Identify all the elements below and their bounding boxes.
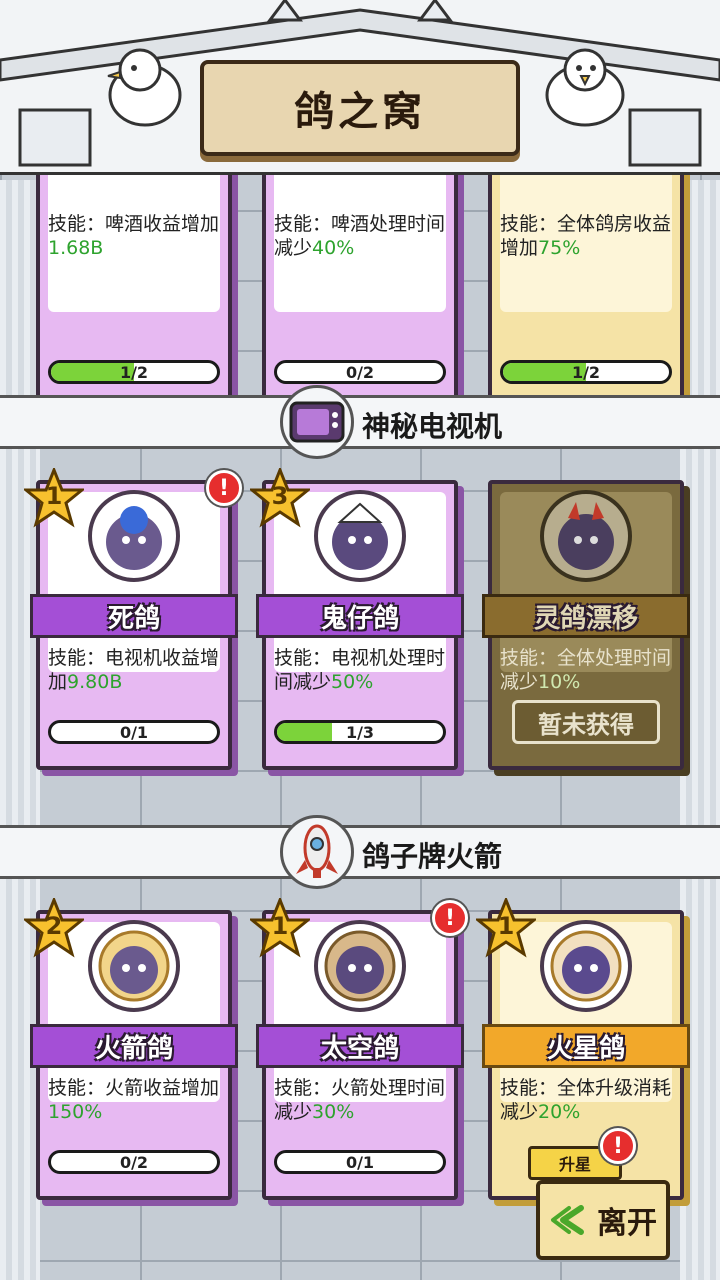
- progress-bar: 0/2: [48, 1150, 220, 1174]
- progress-bar: 0/1: [48, 720, 220, 744]
- pigeon-portrait: [540, 920, 632, 1012]
- curtain-right: [680, 180, 720, 1280]
- tv-icon: [280, 385, 354, 459]
- pigeon-name: 太空鸽: [320, 1033, 399, 1064]
- pigeon-portrait: [540, 490, 632, 582]
- progress-text: 1/2: [571, 362, 601, 382]
- pigeon-name: 灵鸽漂移: [533, 603, 638, 634]
- roof-header: 鸽之窝: [0, 0, 720, 175]
- pigeon-card[interactable]: 死鸽 技能：电视机收益增加9.80B 0/1 1 !: [21, 465, 242, 770]
- pigeon-portrait: [314, 920, 406, 1012]
- pigeon-name-bar: 鬼仔鸽: [256, 594, 464, 638]
- progress-text: 0/2: [119, 1152, 149, 1172]
- pigeon-card[interactable]: 鬼仔鸽 技能：电视机处理时间减少50% 1/3 3: [247, 465, 464, 770]
- pigeon-name-bar: 死鸽: [30, 594, 238, 638]
- pigeon-portrait: [88, 490, 180, 582]
- pigeon-name: 火箭鸽: [94, 1033, 173, 1064]
- star-level: 1: [271, 912, 289, 940]
- section-label: 鸽子牌火箭: [362, 840, 503, 873]
- pigeon-card[interactable]: 火星鸽 技能：全体升级消耗减少20% 升星 ! 1: [473, 895, 690, 1200]
- skill-text: 技能：火箭收益增加150%: [48, 1077, 220, 1123]
- star-level: 1: [45, 482, 63, 510]
- progress-bar: 0/1: [274, 1150, 446, 1174]
- skill-text: 技能：电视机处理时间减少50%: [274, 647, 446, 693]
- alert-icon: !: [432, 900, 468, 936]
- page-title: 鸽之窝: [294, 89, 426, 135]
- not-obtained-label: 暂未获得: [512, 700, 660, 744]
- alert-icon: !: [600, 1128, 636, 1164]
- curtain-left: [0, 180, 40, 1280]
- leave-arrow-icon: [551, 1205, 584, 1235]
- star-icon: 1: [473, 895, 539, 958]
- leave-label: 离开: [597, 1206, 657, 1241]
- progress-text: 0/2: [345, 362, 375, 382]
- star-level: 1: [497, 912, 515, 940]
- alert-icon: !: [206, 470, 242, 506]
- pigeon-name: 火星鸽: [546, 1033, 625, 1064]
- progress-bar: 1/3: [274, 720, 446, 744]
- leave-button[interactable]: 离开: [536, 1180, 670, 1260]
- skill-text: 技能：啤酒处理时间减少40%: [274, 213, 446, 259]
- rocket-icon: [280, 815, 354, 889]
- pigeon-card[interactable]: 太空鸽 技能：火箭处理时间减少30% 0/1 1 !: [247, 895, 468, 1200]
- progress-bar: 1/2: [48, 360, 220, 384]
- star-icon: 2: [21, 895, 87, 958]
- pigeon-name-bar: 火星鸽: [482, 1024, 690, 1068]
- pigeon-card[interactable]: 火箭鸽 技能：火箭收益增加150% 0/2 2: [21, 895, 238, 1200]
- skill-text: 技能：电视机收益增加9.80B: [48, 647, 220, 693]
- section-banner: [0, 395, 720, 449]
- section-label: 神秘电视机: [362, 410, 503, 443]
- pigeon-card-locked[interactable]: 灵鸽漂移 技能：全体处理时间减少10% 暂未获得: [482, 480, 690, 770]
- pigeon-portrait: [88, 920, 180, 1012]
- pigeon-right-icon: [545, 48, 625, 127]
- title-plank: 鸽之窝: [200, 60, 520, 156]
- pigeon-left-icon: [107, 48, 182, 127]
- star-icon: 1: [247, 895, 313, 958]
- pigeon-name-bar: 火箭鸽: [30, 1024, 238, 1068]
- pigeon-name: 死鸽: [107, 603, 160, 634]
- star-level: 2: [45, 912, 63, 940]
- star-icon: 1: [21, 465, 87, 528]
- pigeon-name-bar: 灵鸽漂移: [482, 594, 690, 638]
- skill-text: 技能：啤酒收益增加1.68B: [48, 213, 220, 259]
- pigeon-name-bar: 太空鸽: [256, 1024, 464, 1068]
- section-banner: [0, 825, 720, 879]
- progress-bar: 1/2: [500, 360, 672, 384]
- skill-text: 技能：火箭处理时间减少30%: [274, 1077, 446, 1123]
- progress-text: 0/1: [119, 722, 149, 742]
- progress-text: 1/3: [345, 722, 375, 742]
- pigeon-name: 鬼仔鸽: [320, 603, 399, 634]
- skill-text: 技能：全体升级消耗减少20%: [500, 1077, 672, 1123]
- skill-text: 技能：全体鸽房收益增加75%: [500, 213, 672, 259]
- star-level: 3: [271, 482, 289, 510]
- progress-text: 0/1: [345, 1152, 375, 1172]
- star-icon: 3: [247, 465, 313, 528]
- skill-text: 技能：全体处理时间减少10%: [500, 647, 672, 693]
- progress-bar: 0/2: [274, 360, 446, 384]
- pigeon-portrait: [314, 490, 406, 582]
- progress-text: 1/2: [119, 362, 149, 382]
